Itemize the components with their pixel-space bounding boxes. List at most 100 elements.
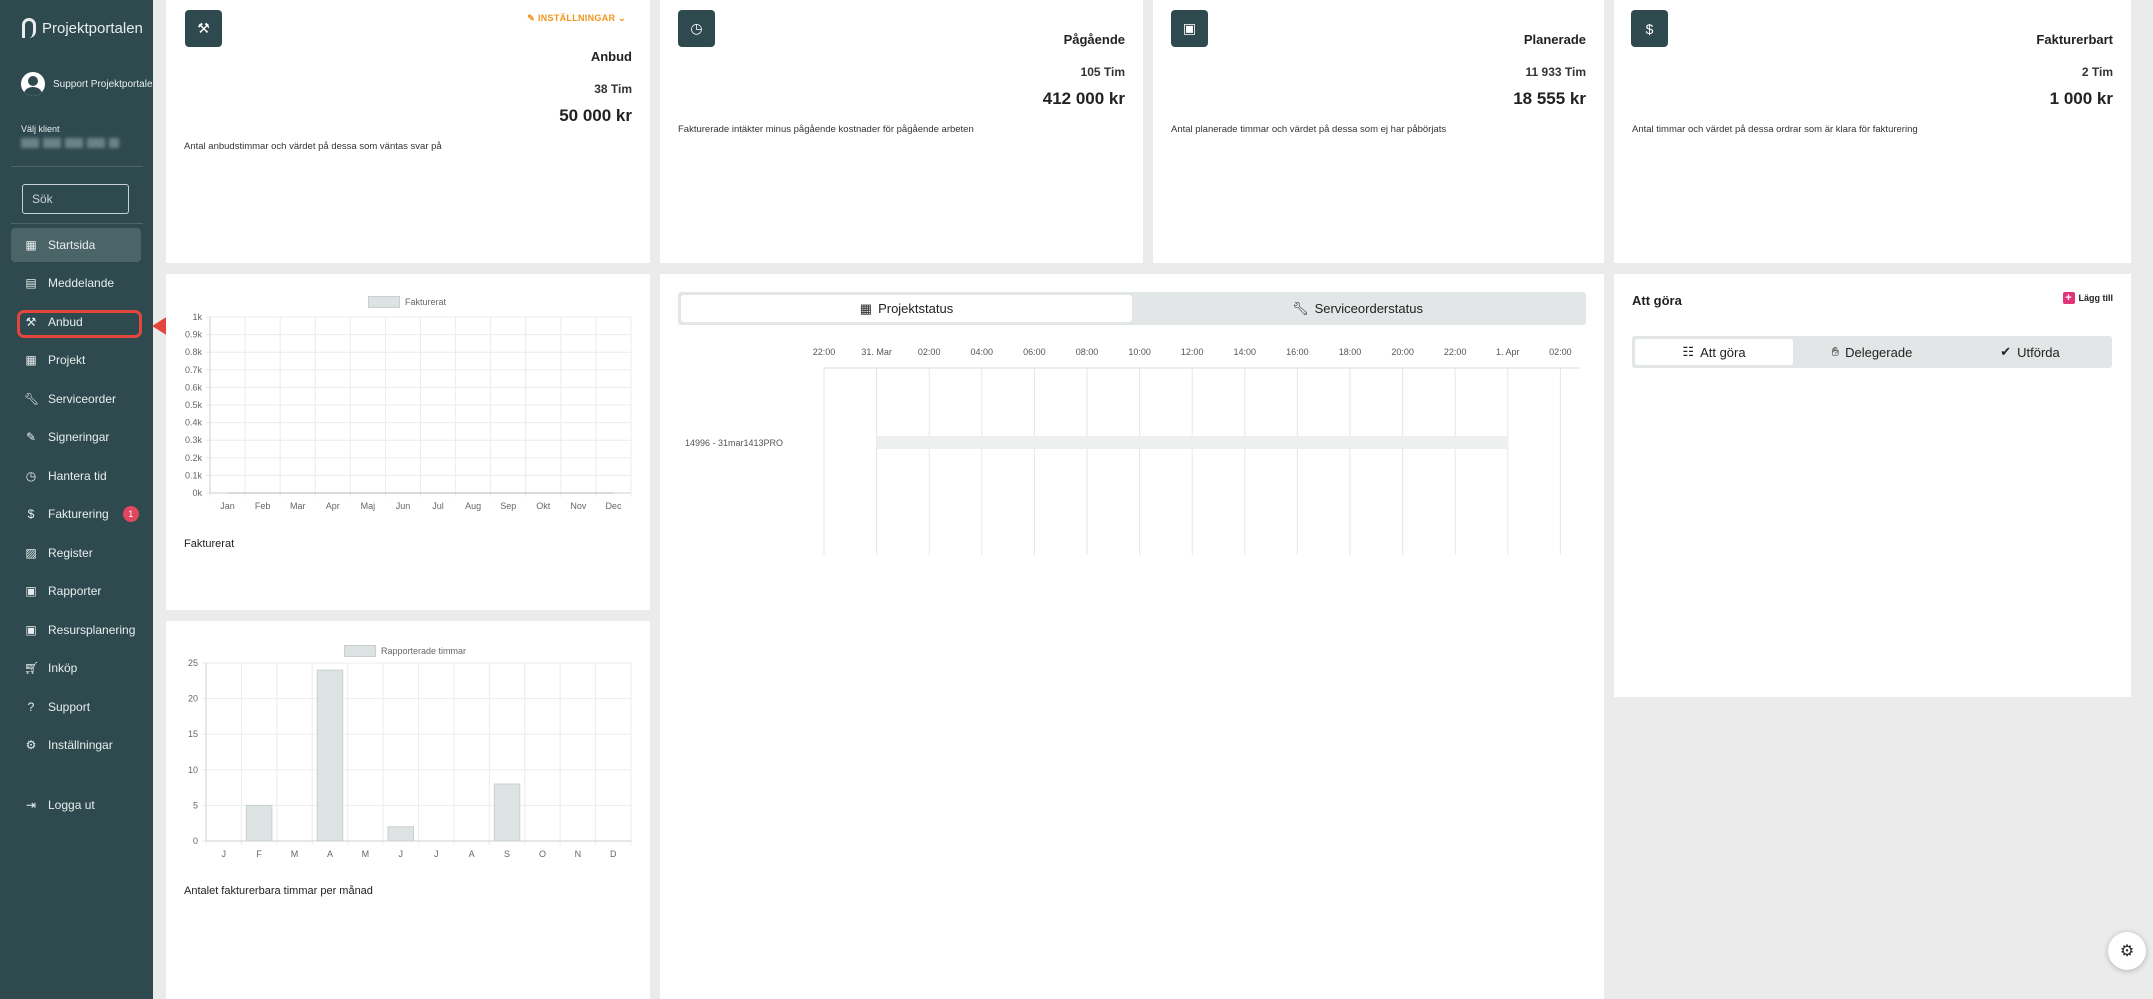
stat-description: Fakturerade intäkter minus pågående kost… — [678, 124, 974, 135]
sidebar-item-label: Projekt — [48, 353, 86, 367]
x-tick-label: Mar — [290, 501, 306, 511]
brand-logo[interactable]: Projektportalen — [22, 18, 143, 38]
client-select[interactable] — [21, 138, 119, 148]
time-label: 04:00 — [971, 347, 994, 357]
x-tick-label: Dec — [605, 501, 622, 511]
grid-icon: ▦ — [25, 353, 37, 367]
stat-value: 18 555 kr — [1513, 89, 1586, 108]
tab-utforda[interactable]: ✔ Utförda — [1951, 339, 2109, 365]
register-icon: ▨ — [25, 546, 37, 560]
time-label: 16:00 — [1286, 347, 1309, 357]
sidebar-item-serviceorder[interactable]: 🔧︎ Serviceorder — [11, 382, 141, 416]
y-tick-label: 5 — [193, 800, 198, 810]
sidebar-item-installningar[interactable]: ⚙ Inställningar — [11, 728, 141, 762]
sidebar-item-resursplanering[interactable]: ▣ Resursplanering — [11, 613, 141, 647]
y-tick-label: 0.5k — [185, 400, 203, 410]
wrench-icon: 🔧︎ — [24, 392, 40, 406]
chart-card-hours: Rapporterade timmar 0 5 10 15 20 25 J F M A M J J A S O… — [166, 621, 650, 999]
y-tick-label: 0.9k — [185, 330, 203, 340]
avatar — [21, 72, 45, 96]
y-tick-label: 20 — [188, 694, 198, 704]
stat-hours: 11 933 Tim — [1525, 65, 1587, 79]
dashboard-icon: ▦ — [25, 238, 37, 252]
y-tick-label: 0k — [192, 488, 202, 498]
status-tabs: ▦ Projektstatus 🔧︎ Serviceorderstatus — [678, 292, 1586, 325]
x-tick-label: Jul — [432, 501, 444, 511]
sidebar-item-signeringar[interactable]: ✎ Signeringar — [11, 420, 141, 454]
x-tick-label: Nov — [570, 501, 587, 511]
sidebar-item-meddelande[interactable]: ▤ Meddelande — [11, 266, 141, 300]
tab-label: Utförda — [2017, 344, 2060, 360]
tab-delegerade[interactable]: ✋︎ Delegerade — [1793, 339, 1951, 365]
grid-icon: ▦ — [859, 300, 873, 316]
x-tick-label: D — [610, 849, 617, 859]
y-tick-label: 0.4k — [185, 418, 203, 428]
calendar-icon: ▣ — [25, 623, 37, 637]
time-label: 14:00 — [1234, 347, 1257, 357]
y-tick-label: 0 — [193, 836, 198, 846]
stat-hours: 38 Tim — [594, 82, 632, 96]
tab-label: Projektstatus — [878, 301, 954, 316]
sidebar-item-inkop[interactable]: 🛒︎ Inköp — [11, 651, 141, 685]
x-tick-label: S — [504, 849, 510, 859]
sidebar-item-fakturering[interactable]: $ Fakturering 1 — [11, 497, 141, 531]
report-icon: ▣ — [25, 584, 37, 598]
stat-title: Pågående — [1063, 32, 1125, 47]
sidebar-item-label: Serviceorder — [48, 392, 117, 406]
settings-fab-button[interactable]: ⚙ — [2108, 932, 2146, 970]
y-tick-label: 0.8k — [185, 347, 203, 357]
user-profile[interactable]: Support Projektportalen — [21, 72, 158, 96]
sidebar-item-label: Meddelande — [48, 276, 115, 290]
sidebar-item-projekt[interactable]: ▦ Projekt — [11, 343, 141, 377]
stat-card-fakturerbart: $ Fakturerbart 2 Tim 1 000 kr Antal timm… — [1614, 0, 2131, 263]
sidebar-item-label: Logga ut — [48, 798, 95, 812]
x-tick-label: F — [256, 849, 262, 859]
sidebar-item-label: Support — [48, 700, 91, 714]
settings-label: INSTÄLLNINGAR — [537, 13, 616, 23]
x-tick-label: O — [539, 849, 546, 859]
sidebar-item-label: Register — [48, 546, 93, 560]
time-label: 1. Apr — [1496, 347, 1520, 357]
gantt-chart: 22:00 31. Mar 02:00 04:00 06:00 08:00 10:00 12:… — [685, 347, 1581, 555]
sidebar-item-support[interactable]: ? Support — [11, 690, 141, 724]
dollar-icon: $ — [1631, 10, 1668, 47]
logo-icon — [22, 18, 36, 38]
brand-name: Projektportalen — [42, 19, 143, 37]
bar — [493, 783, 521, 842]
message-icon: ▤ — [25, 276, 37, 290]
sidebar-item-logga-ut[interactable]: ⇥ Logga ut — [11, 788, 141, 822]
client-label: Välj klient — [21, 124, 60, 134]
sidebar-item-startsida[interactable]: ▦ Startsida — [11, 228, 141, 262]
plus-icon: + — [2062, 292, 2075, 304]
annotation-highlight-box — [17, 310, 142, 338]
x-tick-label: Okt — [536, 501, 551, 511]
tab-label: Att göra — [1700, 344, 1746, 360]
tab-serviceorderstatus[interactable]: 🔧︎ Serviceorderstatus — [1132, 295, 1583, 322]
stat-hours: 105 Tim — [1080, 65, 1125, 79]
time-label: 02:00 — [918, 347, 941, 357]
y-tick-label: 15 — [188, 729, 198, 739]
stat-card-planerade: ▣ Planerade 11 933 Tim 18 555 kr Antal p… — [1153, 0, 1604, 263]
sidebar-item-hantera-tid[interactable]: ◷ Hantera tid — [11, 459, 141, 493]
todo-title: Att göra — [1632, 293, 1682, 308]
time-label: 12:00 — [1181, 347, 1204, 357]
y-tick-label: 25 — [188, 658, 198, 668]
x-tick-label: A — [469, 849, 475, 859]
add-todo-button[interactable]: + Lägg till — [2062, 292, 2114, 304]
sidebar-item-label: Signeringar — [48, 430, 110, 444]
checklist-icon: ☷ — [1682, 344, 1695, 359]
sidebar-item-rapporter[interactable]: ▣ Rapporter — [11, 574, 141, 608]
x-tick-label: Maj — [361, 501, 376, 511]
x-tick-label: Feb — [255, 501, 271, 511]
y-tick-label: 1k — [192, 312, 202, 322]
settings-dropdown[interactable]: ✎ INSTÄLLNINGAR ⌄ — [527, 13, 626, 24]
tab-att-gora[interactable]: ☷ Att göra — [1635, 339, 1793, 365]
x-tick-label: Jan — [220, 501, 235, 511]
search-input[interactable] — [22, 184, 129, 214]
sidebar-item-register[interactable]: ▨ Register — [11, 536, 141, 570]
tab-projektstatus[interactable]: ▦ Projektstatus — [681, 295, 1132, 322]
x-tick-label: Apr — [326, 501, 340, 511]
add-label: Lägg till — [2078, 293, 2114, 303]
sidebar-item-label: Inställningar — [48, 738, 113, 752]
x-tick-label: J — [399, 849, 404, 859]
